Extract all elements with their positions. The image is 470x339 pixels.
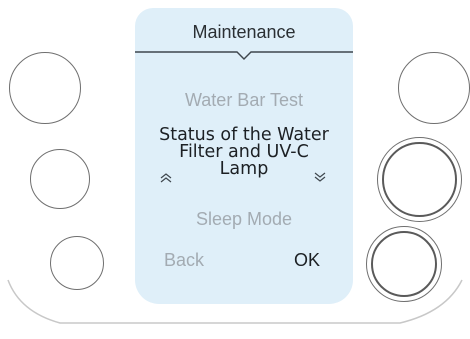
screen-title: Maintenance xyxy=(192,22,296,42)
display-screen: Maintenance Water Bar Test Status of the… xyxy=(135,8,353,304)
right-middle-button-ring xyxy=(382,142,457,217)
scroll-down-icon[interactable] xyxy=(313,171,327,183)
menu-item-next[interactable]: Sleep Mode xyxy=(135,209,353,230)
right-middle-hardware-button[interactable] xyxy=(377,137,462,222)
title-divider-with-pointer xyxy=(135,51,353,60)
left-bottom-hardware-button[interactable] xyxy=(50,236,104,290)
left-top-hardware-button[interactable] xyxy=(9,52,81,124)
right-bottom-hardware-button[interactable] xyxy=(366,226,442,302)
scroll-up-icon[interactable] xyxy=(159,172,173,184)
menu-item-previous[interactable]: Water Bar Test xyxy=(135,90,353,111)
left-middle-hardware-button[interactable] xyxy=(30,149,90,209)
right-bottom-button-ring xyxy=(371,231,437,297)
right-top-hardware-button[interactable] xyxy=(398,52,470,124)
ok-button[interactable]: OK xyxy=(294,250,320,271)
back-button[interactable]: Back xyxy=(164,250,204,271)
